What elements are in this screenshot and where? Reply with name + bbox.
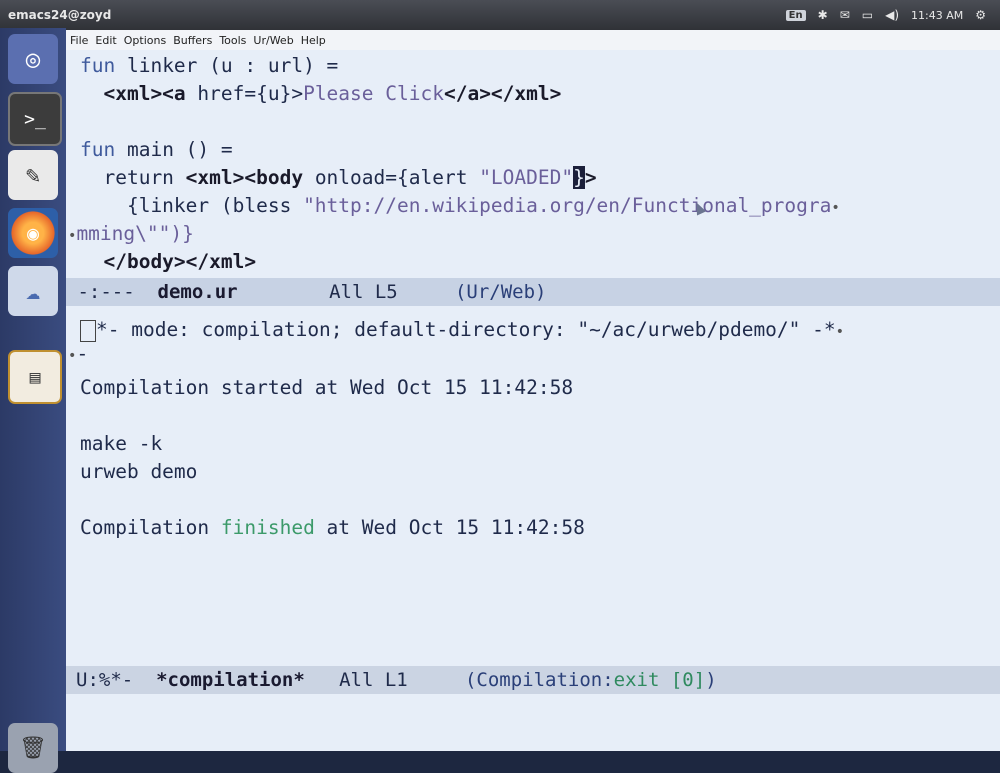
mode-line-top[interactable]: -:--- demo.ur All L5 (Ur/Web) <box>66 278 1000 306</box>
keyword: fun <box>80 138 116 161</box>
code-line: fun linker (u : url) = <box>80 54 339 77</box>
keyword: fun <box>80 54 116 77</box>
buffer-name: demo.ur <box>157 281 238 303</box>
text-editor-icon[interactable]: ✎ <box>8 150 58 200</box>
compilation-command: urweb demo <box>80 460 198 483</box>
finished-status: finished <box>220 516 315 539</box>
top-panel: emacs24@zoyd En ✱ ✉ ▭ ◀) 11:43 AM ⚙ <box>0 0 1000 34</box>
menu-buffers[interactable]: Buffers <box>173 34 212 47</box>
code-line: <xml><a href={u}>Please Click</a></xml> <box>103 82 562 105</box>
buffer-name: *compilation* <box>156 669 305 691</box>
launcher: ◎ >_ ✎ ◉ ☁ ▤ 🗑 <box>0 28 66 773</box>
menu-bar: File Edit Options Buffers Tools Ur/Web H… <box>66 30 1000 50</box>
menu-tools[interactable]: Tools <box>219 34 246 47</box>
code-line: •mming\"")} <box>68 222 194 245</box>
battery-icon[interactable]: ▭ <box>862 8 873 22</box>
trash-icon[interactable]: 🗑 <box>8 723 58 773</box>
emacs-icon[interactable]: ▤ <box>8 350 62 404</box>
clock[interactable]: 11:43 AM <box>911 9 963 22</box>
menu-help[interactable]: Help <box>301 34 326 47</box>
menu-edit[interactable]: Edit <box>95 34 116 47</box>
indicator-area: En ✱ ✉ ▭ ◀) 11:43 AM ⚙ <box>785 8 986 22</box>
compilation-command: make -k <box>80 432 163 455</box>
firefox-icon[interactable]: ◉ <box>8 208 58 258</box>
compilation-pane[interactable]: *- mode: compilation; default-directory:… <box>66 316 1000 664</box>
code-line: return <xml><body onload={alert "LOADED"… <box>80 166 597 189</box>
compilation-finished: Compilation finished at Wed Oct 15 11:42… <box>80 516 585 539</box>
continuation-mark: • <box>831 200 840 216</box>
major-mode: (Ur/Web) <box>454 281 547 303</box>
code-line: {linker (bless "http://en.wikipedia.org/… <box>80 194 840 217</box>
major-mode: (Compilation: <box>464 669 614 691</box>
cursor-box-icon <box>80 319 96 342</box>
exit-status: exit [0] <box>613 669 706 691</box>
window-title: emacs24@zoyd <box>8 8 112 22</box>
keyboard-indicator[interactable]: En <box>785 9 806 21</box>
mode-line-bottom[interactable]: U:%*- *compilation* All L1 (Compilation:… <box>66 666 1000 694</box>
compilation-header: •- <box>68 342 89 365</box>
volume-icon[interactable]: ◀) <box>885 8 899 22</box>
mail-icon[interactable]: ✉ <box>840 8 850 22</box>
ubuntu-logo-icon[interactable]: ◎ <box>8 34 58 84</box>
gear-icon[interactable]: ⚙ <box>975 8 986 22</box>
menu-options[interactable]: Options <box>124 34 166 47</box>
menu-file[interactable]: File <box>70 34 88 47</box>
cloud-icon[interactable]: ☁ <box>8 266 58 316</box>
terminal-icon[interactable]: >_ <box>8 92 62 146</box>
menu-urweb[interactable]: Ur/Web <box>253 34 293 47</box>
editor-pane[interactable]: fun linker (u : url) = <xml><a href={u}>… <box>66 50 1000 296</box>
text-cursor: } <box>573 166 585 189</box>
bluetooth-icon[interactable]: ✱ <box>818 8 828 22</box>
emacs-window: File Edit Options Buffers Tools Ur/Web H… <box>66 30 1000 751</box>
code-line: fun main () = <box>80 138 233 161</box>
code-line: </body></xml> <box>103 250 257 273</box>
compilation-header: *- mode: compilation; default-directory:… <box>80 316 844 346</box>
compilation-started: Compilation started at Wed Oct 15 11:42:… <box>80 376 574 399</box>
